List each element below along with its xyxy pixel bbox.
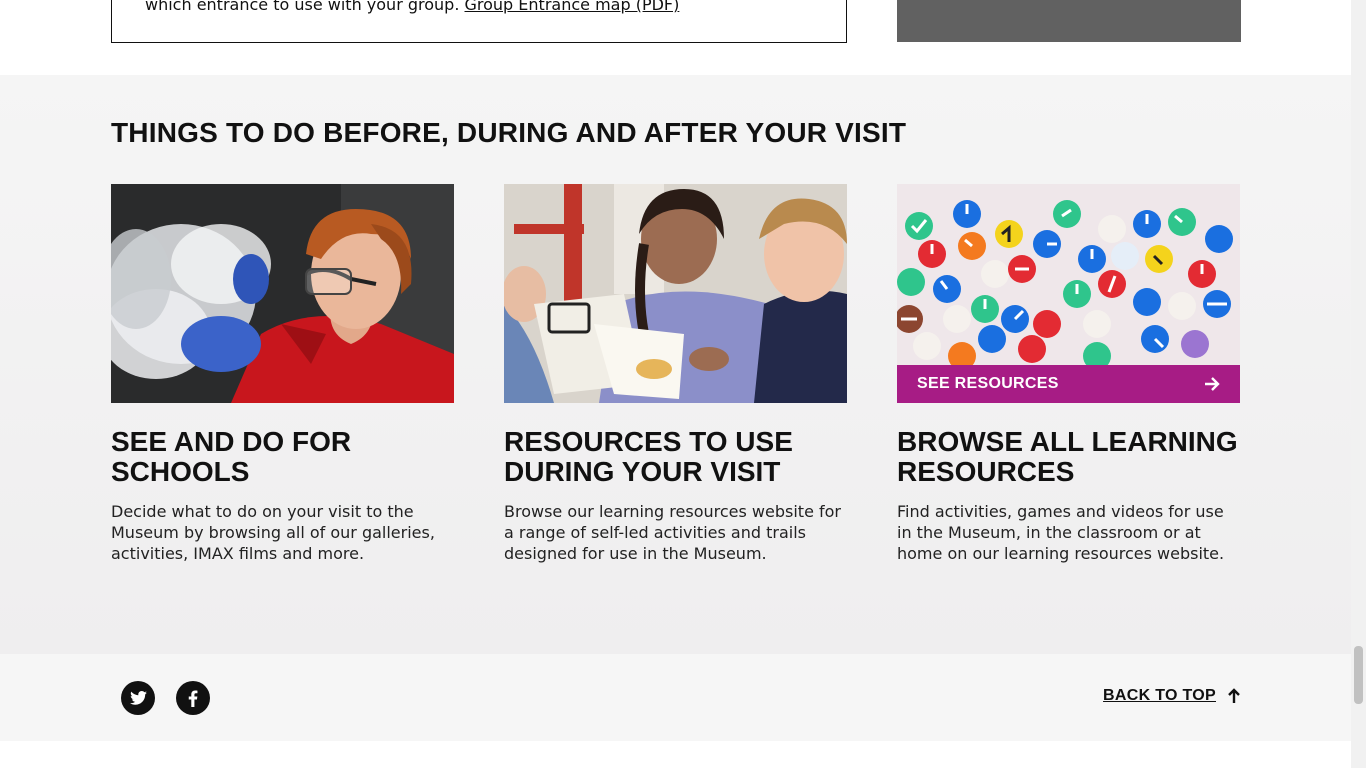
card-title[interactable]: SEE AND DO FOR SCHOOLS (111, 427, 454, 487)
twitter-icon (129, 691, 147, 705)
facebook-icon (188, 689, 198, 707)
arrow-up-icon (1228, 688, 1240, 703)
footer: BACK TO TOP (0, 654, 1351, 741)
students-image (504, 184, 847, 403)
info-text: which entrance to use with your group. (145, 0, 465, 14)
top-band: which entrance to use with your group. G… (0, 0, 1351, 75)
card-resources-during-visit[interactable]: RESOURCES TO USE DURING YOUR VISIT Brows… (504, 184, 847, 564)
page-scrollbar[interactable] (1351, 0, 1366, 768)
twitter-link[interactable] (121, 681, 155, 715)
card-image-science-demo[interactable] (111, 184, 454, 403)
card-image-dials[interactable]: SEE RESOURCES (897, 184, 1240, 403)
bottom-band (0, 741, 1351, 768)
group-entrance-map-link[interactable]: Group Entrance map (PDF) (465, 0, 680, 14)
card-image-students[interactable] (504, 184, 847, 403)
facebook-link[interactable] (176, 681, 210, 715)
back-to-top-link[interactable]: BACK TO TOP (1103, 687, 1240, 705)
card-see-and-do[interactable]: SEE AND DO FOR SCHOOLS Decide what to do… (111, 184, 454, 564)
see-resources-button[interactable]: SEE RESOURCES (897, 365, 1240, 403)
group-entrance-info-text: which entrance to use with your group. G… (145, 0, 679, 15)
group-entrance-info-box: which entrance to use with your group. G… (111, 0, 847, 43)
section-title: THINGS TO DO BEFORE, DURING AND AFTER YO… (111, 117, 907, 148)
card-description: Browse our learning resources website fo… (504, 502, 841, 563)
things-to-do-section: THINGS TO DO BEFORE, DURING AND AFTER YO… (0, 75, 1351, 654)
card-description: Find activities, games and videos for us… (897, 502, 1225, 563)
arrow-right-icon (1204, 377, 1220, 391)
back-to-top-label: BACK TO TOP (1103, 687, 1216, 704)
image-placeholder (897, 0, 1241, 42)
card-title[interactable]: BROWSE ALL LEARNING RESOURCES (897, 427, 1240, 487)
card-title[interactable]: RESOURCES TO USE DURING YOUR VISIT (504, 427, 847, 487)
card-browse-learning-resources[interactable]: SEE RESOURCES BROWSE ALL LEARNING RESOUR… (897, 184, 1240, 564)
see-resources-label: SEE RESOURCES (917, 375, 1059, 392)
science-demo-image (111, 184, 454, 403)
scrollbar-thumb[interactable] (1354, 646, 1363, 704)
card-description: Decide what to do on your visit to the M… (111, 502, 435, 563)
